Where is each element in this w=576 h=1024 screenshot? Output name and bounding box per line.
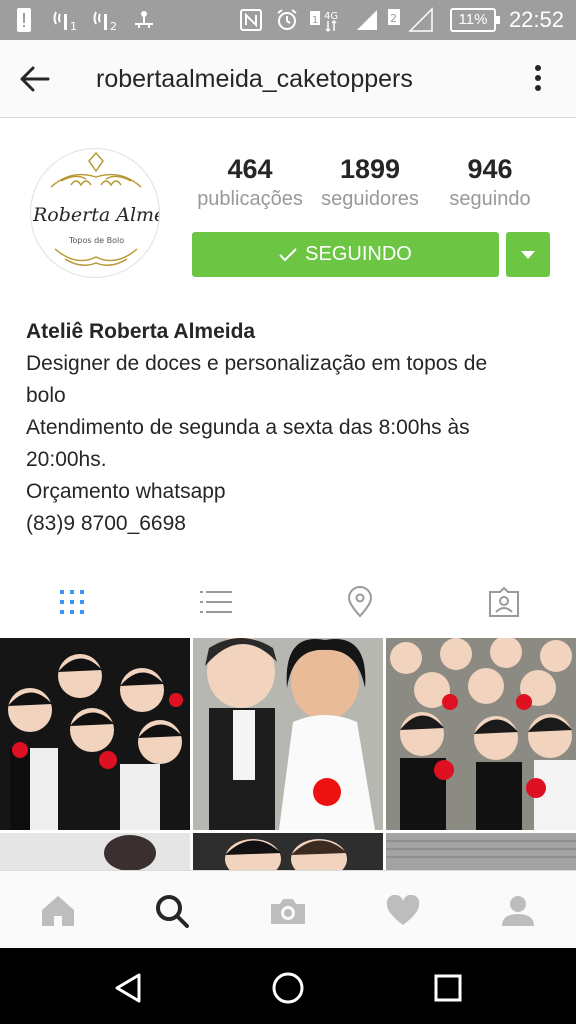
svg-text:4G: 4G bbox=[324, 11, 338, 22]
home-circle-icon[interactable] bbox=[268, 970, 308, 1006]
back-arrow-icon[interactable] bbox=[18, 62, 58, 96]
checkmark-icon bbox=[279, 247, 297, 261]
photo-thumbnail[interactable] bbox=[0, 833, 190, 870]
photo-thumbnail[interactable] bbox=[193, 833, 383, 870]
bio-name: Ateliê Roberta Almeida bbox=[26, 320, 256, 343]
signal-2-icon: 2 bbox=[386, 6, 438, 34]
bio-line: 20:00hs. bbox=[26, 448, 107, 471]
svg-text:2: 2 bbox=[390, 12, 397, 25]
following-button[interactable]: SEGUINDO bbox=[192, 232, 499, 277]
search-icon[interactable] bbox=[152, 891, 192, 931]
stat-followers-count: 1899 bbox=[339, 154, 401, 184]
system-navigation-bar bbox=[0, 948, 576, 1024]
stat-followers[interactable]: 1899 seguidores bbox=[310, 152, 430, 212]
camera-icon[interactable] bbox=[268, 891, 308, 931]
avatar-logo-text: Roberta Alme bbox=[32, 204, 160, 226]
chevron-down-icon bbox=[521, 250, 535, 259]
battery-indicator: 11% bbox=[450, 8, 500, 32]
svg-text:2: 2 bbox=[110, 20, 117, 32]
status-bar: 1 2 1 4G 2 11% 22:52 bbox=[0, 0, 576, 40]
clock: 22:52 bbox=[508, 7, 564, 32]
stat-followers-label: seguidores bbox=[321, 188, 419, 210]
photo-thumbnail[interactable] bbox=[0, 638, 190, 830]
home-icon[interactable] bbox=[38, 891, 78, 931]
4g-icon: 1 4G bbox=[308, 6, 348, 34]
usb-icon bbox=[130, 6, 158, 34]
profile-view-tabs bbox=[0, 576, 576, 628]
profile-stats: 464 publicações 1899 seguidores 946 segu… bbox=[190, 152, 550, 222]
alert-icon bbox=[14, 6, 34, 34]
location-icon[interactable] bbox=[340, 584, 380, 620]
photo-thumbnail[interactable] bbox=[193, 638, 383, 830]
photo-thumbnail[interactable] bbox=[386, 833, 576, 870]
back-triangle-icon[interactable] bbox=[108, 970, 148, 1006]
bio-line: Orçamento whatsapp bbox=[26, 480, 226, 503]
heart-icon[interactable] bbox=[383, 891, 423, 931]
stat-posts[interactable]: 464 publicações bbox=[190, 152, 310, 212]
profile-header: robertaalmeida_caketoppers bbox=[0, 40, 576, 118]
svg-text:1: 1 bbox=[312, 15, 318, 26]
profile-avatar[interactable]: Roberta Alme Topos de Bolo bbox=[30, 148, 160, 278]
bottom-navigation bbox=[0, 870, 576, 948]
avatar-logo-subtext: Topos de Bolo bbox=[68, 236, 124, 245]
profile-username: robertaalmeida_caketoppers bbox=[96, 65, 413, 93]
stat-posts-label: publicações bbox=[197, 188, 303, 210]
photo-grid bbox=[0, 638, 576, 870]
bio-line: bolo bbox=[26, 384, 66, 407]
profile-icon[interactable] bbox=[498, 891, 538, 931]
sim1-signal-icon: 1 bbox=[52, 6, 82, 34]
more-options-icon[interactable] bbox=[528, 62, 548, 98]
stat-following-label: seguindo bbox=[449, 188, 531, 210]
grid-view-icon[interactable] bbox=[52, 584, 92, 620]
bio-line: Atendimento de segunda a sexta das 8:00h… bbox=[26, 416, 470, 439]
list-view-icon[interactable] bbox=[196, 584, 236, 620]
stat-posts-count: 464 bbox=[227, 154, 273, 184]
recents-square-icon[interactable] bbox=[428, 970, 468, 1006]
alarm-icon bbox=[274, 6, 300, 34]
sim2-signal-icon: 2 bbox=[92, 6, 122, 34]
following-button-label: SEGUINDO bbox=[305, 243, 412, 265]
tagged-icon[interactable] bbox=[484, 584, 524, 620]
svg-text:1: 1 bbox=[70, 20, 77, 32]
bio-line: (83)9 8700_6698 bbox=[26, 512, 186, 535]
profile-bio: Ateliê Roberta Almeida Designer de doces… bbox=[26, 316, 546, 540]
bio-line: Designer de doces e personalização em to… bbox=[26, 352, 488, 375]
signal-1-icon bbox=[354, 6, 380, 34]
suggestions-dropdown-button[interactable] bbox=[506, 232, 550, 277]
stat-following-count: 946 bbox=[467, 154, 513, 184]
stat-following[interactable]: 946 seguindo bbox=[430, 152, 550, 212]
nfc-icon bbox=[238, 6, 264, 34]
photo-thumbnail[interactable] bbox=[386, 638, 576, 830]
